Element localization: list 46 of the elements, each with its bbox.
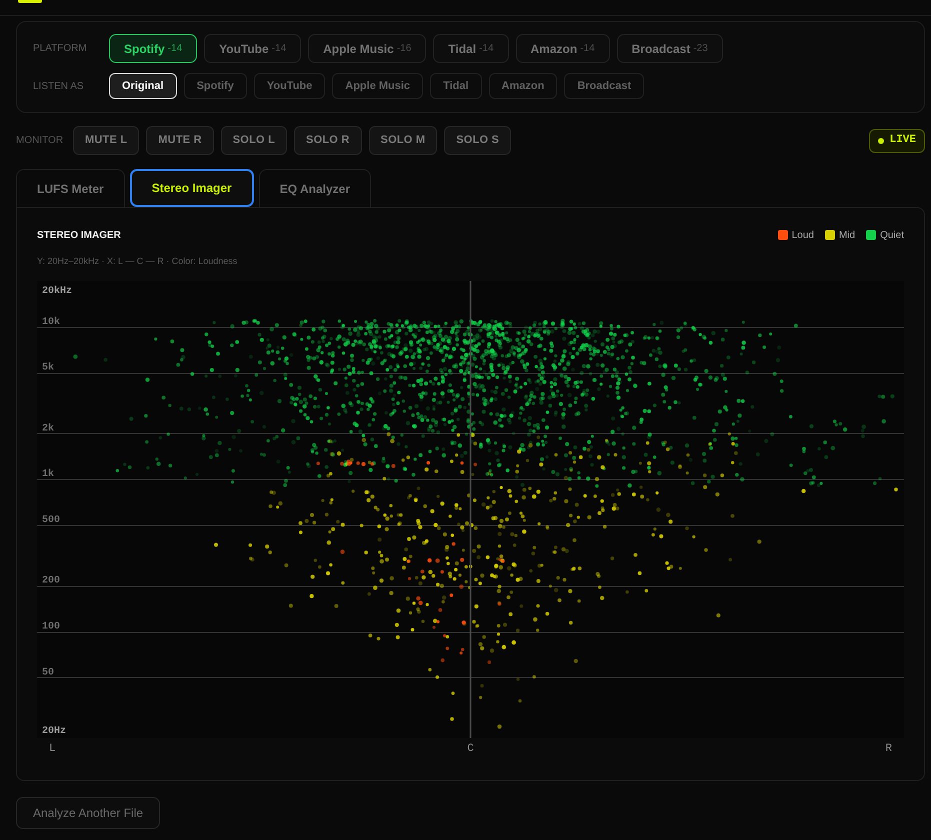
tab[interactable]: Stereo Imager bbox=[130, 169, 254, 207]
logo-icon bbox=[18, 0, 42, 3]
chart-subtitle: Y: 20Hz–20kHz · X: L — C — R · Color: Loudness bbox=[37, 255, 238, 267]
y-axis-label: 500 bbox=[42, 515, 60, 526]
legend-label: Quiet bbox=[880, 228, 904, 242]
analyze-file-button[interactable]: Analyze Another File bbox=[16, 797, 160, 829]
y-axis-label: 20Hz bbox=[42, 726, 66, 737]
x-axis-label: L bbox=[49, 743, 56, 755]
platform-button[interactable]: Broadcast -23 bbox=[616, 34, 723, 63]
x-axis-label: R bbox=[885, 743, 892, 755]
live-label: LIVE bbox=[890, 133, 916, 148]
y-axis-label: 10k bbox=[42, 316, 60, 328]
platform-button[interactable]: Apple Music -16 bbox=[308, 34, 426, 63]
y-axis-label: 20kHz bbox=[42, 286, 72, 297]
legend-label: Loud bbox=[792, 228, 814, 242]
y-axis-label: 200 bbox=[42, 576, 60, 587]
platform-button[interactable]: Amazon -14 bbox=[516, 34, 610, 63]
y-axis-label: 5k bbox=[42, 362, 54, 374]
y-axis-label: 100 bbox=[42, 622, 60, 633]
listen-as-button[interactable]: Tidal bbox=[430, 73, 482, 99]
row-label: LISTEN AS bbox=[33, 80, 85, 94]
y-axis-label: 2k bbox=[42, 423, 54, 434]
monitor-button[interactable]: SOLO M bbox=[368, 126, 438, 155]
row-label: MONITOR bbox=[16, 134, 64, 148]
listen-as-button[interactable]: Broadcast bbox=[564, 73, 644, 99]
monitor-button[interactable]: MUTE R bbox=[146, 126, 214, 155]
legend-label: Mid bbox=[838, 228, 856, 242]
y-axis-label: 50 bbox=[42, 667, 54, 678]
monitor-button[interactable]: MUTE L bbox=[73, 126, 140, 155]
monitor-button[interactable]: SOLO S bbox=[444, 126, 512, 155]
listen-as-button[interactable]: Original bbox=[109, 73, 177, 99]
monitor-button[interactable]: SOLO R bbox=[294, 126, 362, 155]
y-axis-label: 1k bbox=[42, 469, 54, 480]
tab[interactable]: EQ Analyzer bbox=[258, 169, 371, 207]
listen-as-button[interactable]: YouTube bbox=[254, 73, 326, 99]
listen-as-button[interactable]: Amazon bbox=[488, 73, 558, 99]
listen-as-button[interactable]: Apple Music bbox=[332, 73, 424, 99]
panel-title: STEREO IMAGER bbox=[37, 228, 121, 242]
row-label: PLATFORM bbox=[33, 42, 88, 56]
x-axis-label: C bbox=[467, 743, 474, 755]
monitor-button[interactable]: SOLO L bbox=[220, 126, 288, 155]
listen-as-button[interactable]: Spotify bbox=[184, 73, 247, 99]
platform-button[interactable]: YouTube -14 bbox=[204, 34, 302, 63]
tab[interactable]: LUFS Meter bbox=[16, 169, 125, 207]
platform-button[interactable]: Spotify -14 bbox=[109, 34, 198, 63]
platform-button[interactable]: Tidal -14 bbox=[433, 34, 509, 63]
